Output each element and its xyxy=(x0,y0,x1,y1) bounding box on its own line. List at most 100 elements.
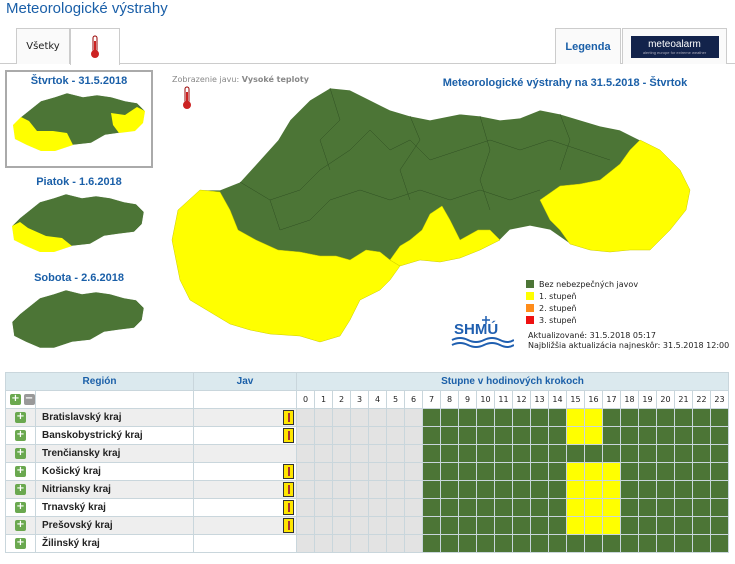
hour-cell xyxy=(386,462,405,481)
region-name[interactable]: Bratislavský kraj xyxy=(35,408,194,427)
expand-row-button[interactable]: + xyxy=(15,484,26,495)
expand-row-button[interactable]: + xyxy=(15,466,26,477)
thermometer-warning-icon[interactable] xyxy=(283,428,294,443)
legend-swatch xyxy=(526,304,534,312)
collapse-all-button[interactable]: − xyxy=(23,394,35,405)
thumbnail-day-2[interactable]: Piatok - 1.6.2018 xyxy=(5,172,153,264)
tab-all[interactable]: Všetky xyxy=(16,28,70,64)
hour-cell xyxy=(476,498,495,517)
hour-cell xyxy=(674,534,693,553)
hour-cell xyxy=(584,462,603,481)
hour-cell xyxy=(530,516,549,535)
legend-item: 1. stupeň xyxy=(526,290,638,302)
hour-cell xyxy=(674,516,693,535)
thumbnail-map xyxy=(11,289,145,349)
hour-label: 18 xyxy=(620,390,639,409)
thermometer-warning-icon[interactable] xyxy=(283,410,294,425)
legend-item: 2. stupeň xyxy=(526,302,638,314)
legend-label: Bez nebezpečných javov xyxy=(539,279,639,289)
hour-cell xyxy=(674,462,693,481)
hour-cell xyxy=(566,534,585,553)
hour-cell xyxy=(332,498,351,517)
hour-cell xyxy=(440,498,459,517)
hour-cell xyxy=(710,498,729,517)
hour-cell xyxy=(404,408,423,427)
thermometer-warning-icon[interactable] xyxy=(283,518,294,533)
hour-cell xyxy=(566,516,585,535)
hour-cell xyxy=(692,408,711,427)
hour-cell xyxy=(710,516,729,535)
hour-cell xyxy=(620,498,639,517)
expand-all-button[interactable]: + xyxy=(10,394,21,405)
thermometer-warning-icon[interactable] xyxy=(283,482,294,497)
hour-cell xyxy=(368,516,387,535)
thermometer-warning-icon[interactable] xyxy=(283,500,294,515)
updated-text: Aktualizované: 31.5.2018 05:17 xyxy=(528,331,656,340)
region-name[interactable]: Žilinský kraj xyxy=(35,534,194,553)
hour-cell xyxy=(314,516,333,535)
hour-cell xyxy=(386,480,405,499)
thumbnail-label: Štvrtok - 31.5.2018 xyxy=(30,75,128,87)
hour-label: 6 xyxy=(404,390,423,409)
hour-cell xyxy=(620,480,639,499)
expand-row-button[interactable]: + xyxy=(15,448,26,459)
tab-legend-label: Legenda xyxy=(565,40,611,53)
hour-cell xyxy=(602,516,621,535)
hour-cell xyxy=(440,426,459,445)
hour-cell xyxy=(530,462,549,481)
hour-cell xyxy=(584,408,603,427)
hour-label: 8 xyxy=(440,390,459,409)
expand-row-button[interactable]: + xyxy=(15,520,26,531)
region-name[interactable]: Nitriansky kraj xyxy=(35,480,194,499)
expand-row-button[interactable]: + xyxy=(15,412,26,423)
hour-cell xyxy=(296,516,315,535)
hour-cell xyxy=(350,480,369,499)
hour-cell xyxy=(710,462,729,481)
hour-cell xyxy=(674,498,693,517)
hour-cell xyxy=(602,426,621,445)
table-row: + Bratislavský kraj xyxy=(5,408,729,427)
table-row: + Nitriansky kraj xyxy=(5,480,729,499)
expand-row-button[interactable]: + xyxy=(15,502,26,513)
hour-cell xyxy=(350,444,369,463)
hour-cell xyxy=(350,408,369,427)
thumbnail-day-3[interactable]: Sobota - 2.6.2018 xyxy=(5,268,153,360)
header-jav: Jav xyxy=(193,372,297,391)
thermometer-icon xyxy=(91,35,99,58)
hour-cell xyxy=(404,534,423,553)
meteoalarm-logo: meteoalarm alerting europe for extreme w… xyxy=(630,35,719,58)
tab-all-label: Všetky xyxy=(26,41,60,52)
tab-high-temperature[interactable] xyxy=(70,28,120,65)
tab-legend[interactable]: Legenda xyxy=(555,28,621,64)
hour-label: 20 xyxy=(656,390,675,409)
hour-cell xyxy=(638,444,657,463)
hour-cell xyxy=(296,480,315,499)
region-name[interactable]: Prešovský kraj xyxy=(35,516,194,535)
hour-cell xyxy=(440,462,459,481)
hour-label: 22 xyxy=(692,390,711,409)
tab-meteoalarm[interactable]: meteoalarm alerting europe for extreme w… xyxy=(622,28,727,64)
hour-cell xyxy=(314,426,333,445)
hour-cell xyxy=(386,498,405,517)
region-name[interactable]: Košický kraj xyxy=(35,462,194,481)
table-row: + Trenčiansky kraj xyxy=(5,444,729,463)
region-name[interactable]: Banskobystrický kraj xyxy=(35,426,194,445)
region-name[interactable]: Trnavský kraj xyxy=(35,498,194,517)
hour-cell xyxy=(332,516,351,535)
hour-cell xyxy=(296,444,315,463)
hour-cell xyxy=(692,516,711,535)
thumbnail-day-1[interactable]: Štvrtok - 31.5.2018 xyxy=(5,70,153,168)
hour-cell xyxy=(638,534,657,553)
jav-cell xyxy=(193,480,297,499)
hour-cell xyxy=(566,408,585,427)
expand-row-button[interactable]: + xyxy=(15,538,26,549)
expand-row-button[interactable]: + xyxy=(15,430,26,441)
hour-cell xyxy=(314,480,333,499)
hour-label: 23 xyxy=(710,390,729,409)
thermometer-warning-icon[interactable] xyxy=(283,464,294,479)
hour-cell xyxy=(584,534,603,553)
hour-cell xyxy=(404,444,423,463)
hour-label: 19 xyxy=(638,390,657,409)
region-name[interactable]: Trenčiansky kraj xyxy=(35,444,194,463)
hour-cell xyxy=(692,498,711,517)
